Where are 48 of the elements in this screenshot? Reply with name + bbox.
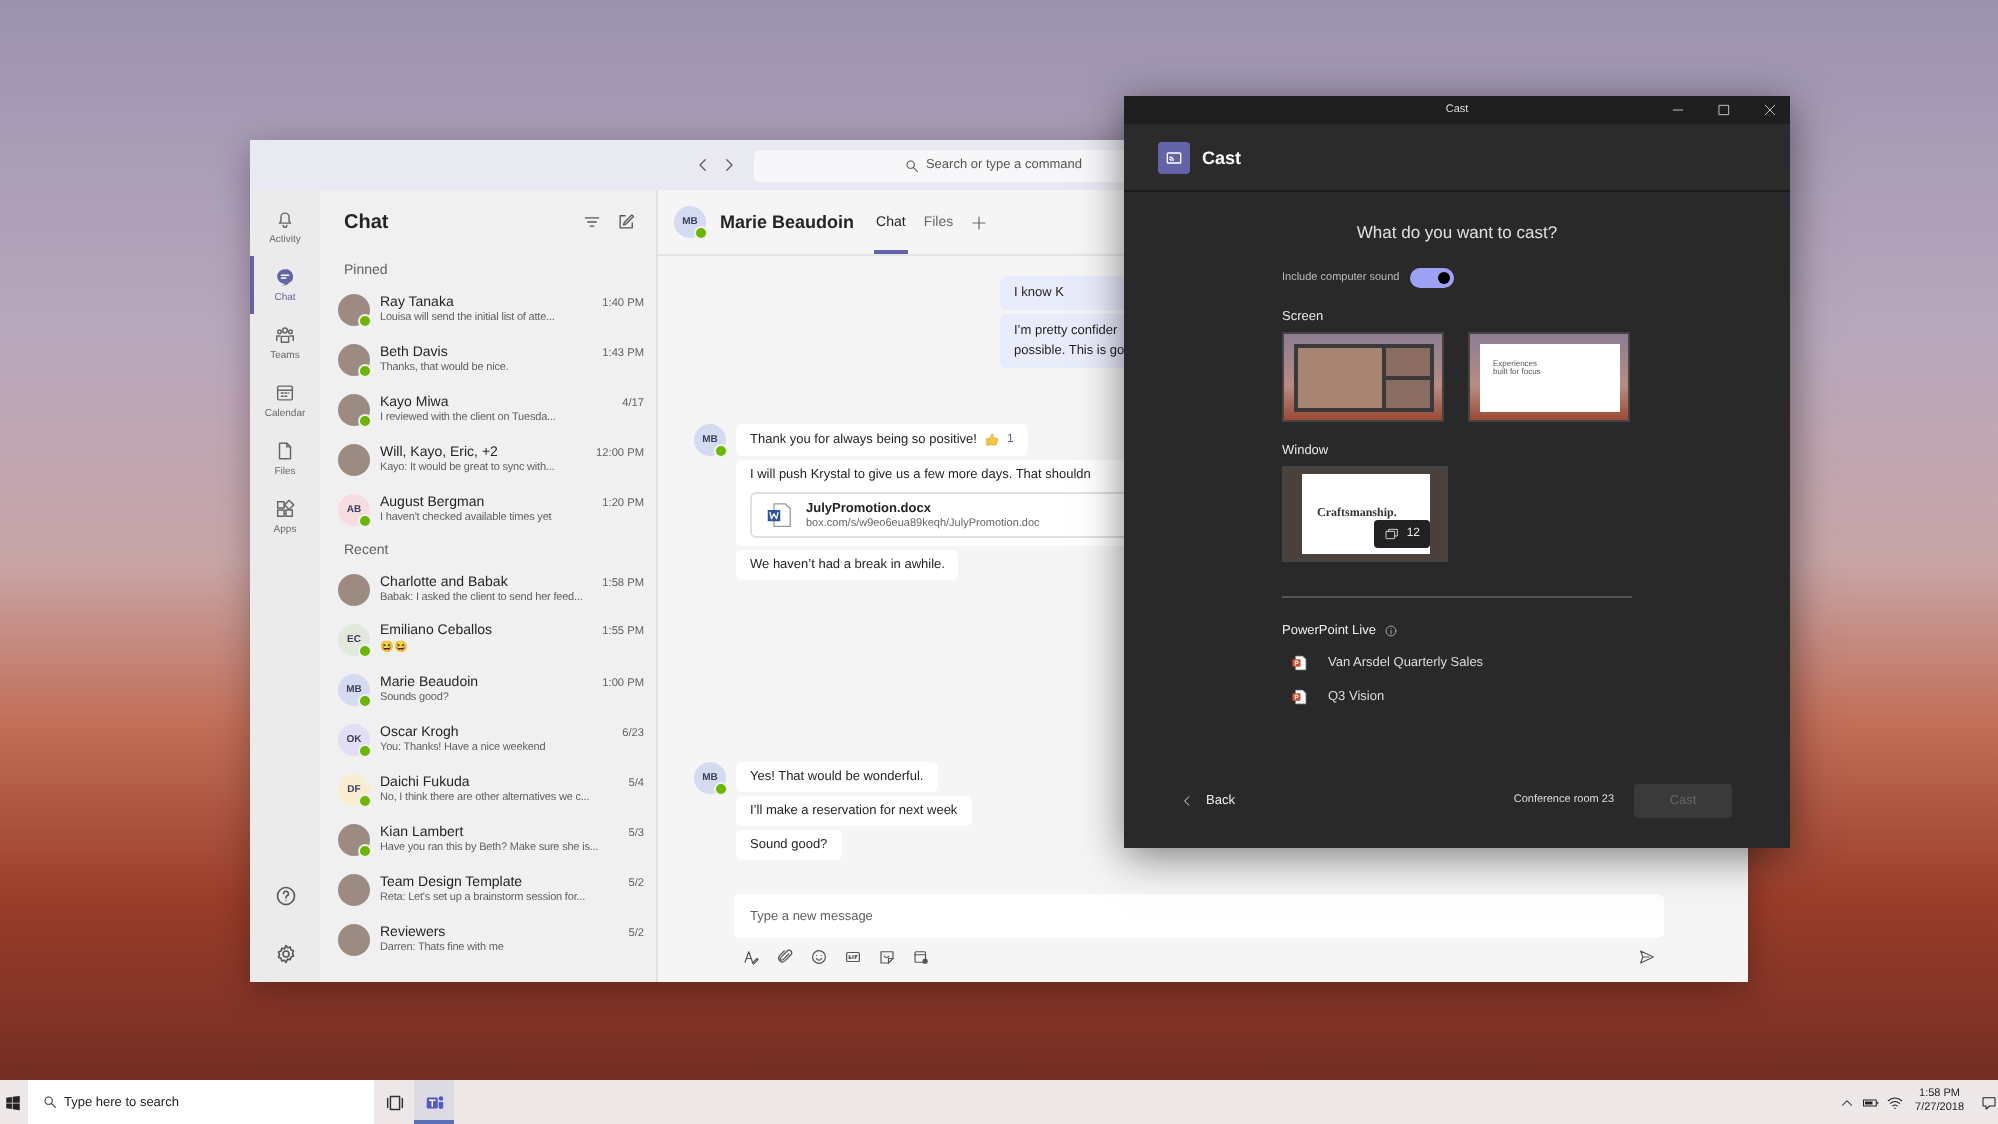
new-chat-icon[interactable]	[616, 212, 636, 232]
contact-name: Marie Beaudoin	[720, 212, 855, 232]
gif-icon[interactable]	[844, 947, 862, 965]
wifi-icon[interactable]	[1885, 1093, 1904, 1111]
chat-app-icon	[423, 1091, 445, 1113]
file-icon	[274, 440, 296, 462]
calendar-icon[interactable]	[912, 947, 930, 965]
notification-icon[interactable]	[1980, 1093, 1998, 1111]
maximize-icon[interactable]	[1716, 102, 1732, 118]
format-icon[interactable]	[742, 947, 760, 965]
windows-logo-icon[interactable]	[4, 1093, 22, 1111]
video-placeholder	[1386, 379, 1429, 407]
search-icon	[904, 157, 920, 173]
apps-grid-icon	[274, 498, 296, 520]
avatar-placeholder	[338, 873, 370, 905]
stacked-windows-icon	[1384, 526, 1401, 542]
thumbs-up-icon	[984, 432, 1001, 449]
close-icon[interactable]	[1762, 102, 1778, 118]
bell-icon	[274, 208, 296, 230]
filter-icon[interactable]	[582, 212, 602, 232]
presentation-file-icon	[1290, 654, 1308, 672]
avatar-placeholder	[338, 573, 370, 605]
screen-icon	[1164, 147, 1184, 167]
screen-thumbnail[interactable]	[1282, 332, 1444, 422]
info-icon	[1383, 624, 1398, 638]
task-view-icon	[383, 1091, 405, 1113]
panel-title: Chat	[344, 211, 389, 233]
document-icon	[764, 500, 794, 531]
attach-icon[interactable]	[776, 947, 794, 965]
avatar-placeholder	[338, 443, 370, 475]
sticker-icon[interactable]	[878, 947, 896, 965]
avatar-placeholder	[338, 923, 370, 955]
video-placeholder	[1386, 347, 1429, 375]
search-icon	[42, 1094, 58, 1110]
calendar-icon	[274, 382, 296, 404]
help-icon[interactable]	[273, 884, 297, 908]
emoji-icon[interactable]	[810, 947, 828, 965]
chat-bubble-icon	[274, 266, 296, 288]
video-placeholder	[1297, 347, 1383, 407]
dialog-title: Cast	[1202, 147, 1242, 167]
people-icon	[274, 324, 296, 346]
chevron-left-icon	[1180, 793, 1194, 807]
battery-icon[interactable]	[1861, 1093, 1880, 1111]
toggle-switch[interactable]	[1409, 268, 1454, 288]
settings-icon[interactable]	[273, 942, 297, 966]
dialog-heading: What do you want to cast?	[1356, 222, 1558, 242]
send-icon[interactable]	[1638, 947, 1656, 965]
presentation-file-icon	[1290, 688, 1308, 706]
